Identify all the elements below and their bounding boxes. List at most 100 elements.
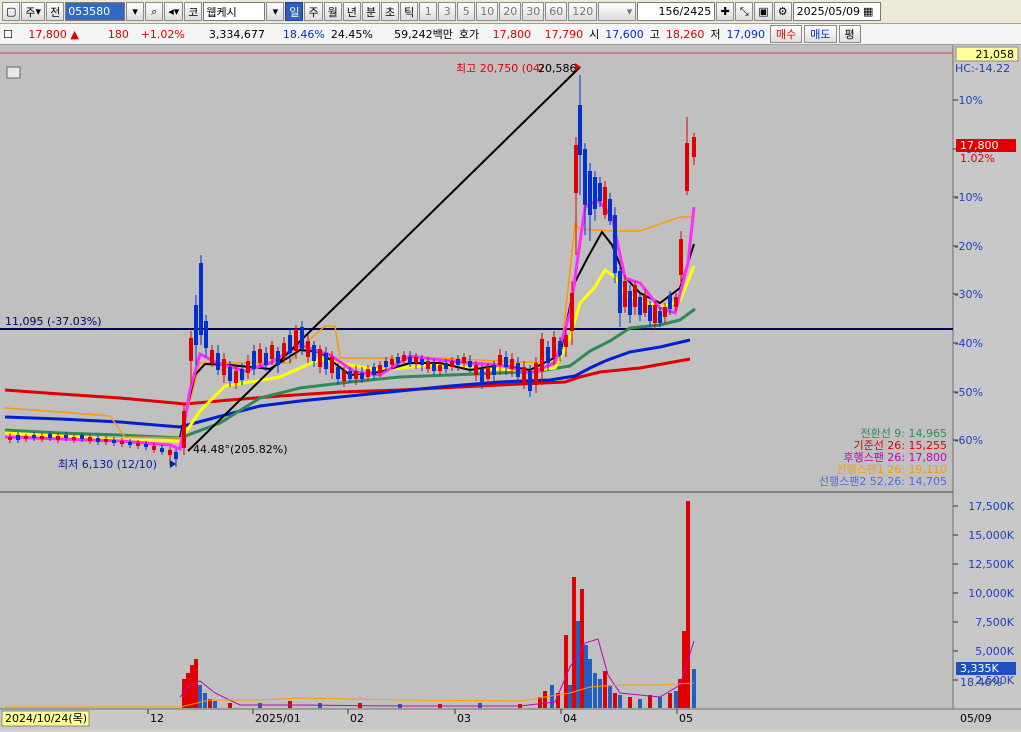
candle-body	[324, 353, 328, 369]
save-icon[interactable]: ▣	[754, 2, 773, 21]
candle-body	[504, 357, 508, 367]
high-price: 18,260	[665, 27, 705, 41]
stock-code-input[interactable]	[65, 2, 126, 21]
high-label: 고	[649, 28, 660, 41]
candle-body	[598, 183, 602, 201]
volume-pane[interactable]	[0, 494, 953, 709]
interval-60-button[interactable]: 60	[545, 2, 568, 21]
volume-tick-label: 15,000K	[968, 529, 1014, 542]
window-icon[interactable]: ▢	[2, 2, 21, 21]
price-tick-label: 10%	[959, 94, 983, 107]
candle-body	[438, 365, 442, 371]
data-count-field[interactable]: 156/2425	[637, 2, 716, 21]
candle-body	[330, 357, 334, 373]
sell-button[interactable]: 매도	[804, 25, 837, 43]
start-date-label: 2024/10/24(목)	[5, 712, 87, 725]
candle-body	[168, 450, 172, 455]
period-day-button[interactable]: 일	[285, 2, 304, 21]
price-tick-label: -60%	[955, 434, 983, 447]
candle-body	[360, 373, 364, 379]
candle-body	[216, 353, 220, 370]
volume-bar	[628, 697, 632, 708]
candle-body	[252, 351, 256, 369]
interval-10-button[interactable]: 10	[476, 2, 499, 21]
volume-bar	[686, 501, 690, 708]
volume-bar	[190, 665, 194, 708]
calendar-icon[interactable]: ▦	[863, 5, 873, 18]
interval-30-button[interactable]: 30	[522, 2, 545, 21]
chart-menu-icon[interactable]	[6, 66, 21, 79]
volume-bar	[658, 697, 662, 708]
name-dropdown-icon[interactable]: ▾	[266, 2, 285, 21]
volume-tick-label: 5,000K	[975, 645, 1014, 658]
candle-body	[144, 444, 148, 447]
period-second-button[interactable]: 초	[380, 2, 400, 21]
candle-body	[354, 371, 358, 379]
price-tick-label: -40%	[955, 337, 983, 350]
volume-bar	[618, 695, 622, 708]
candle-body	[653, 305, 657, 323]
draw-tool-icon[interactable]: ⤡	[735, 2, 754, 21]
price-chart-svg[interactable]: 21,058 HC:-14.22 10%0%-10%-20%-30%-40%-5…	[0, 45, 1021, 729]
candle-body	[384, 361, 388, 367]
candle-body	[160, 448, 164, 452]
candle-body	[112, 440, 116, 443]
period-month-button[interactable]: 월	[323, 2, 342, 21]
period-year-button[interactable]: 년	[342, 2, 361, 21]
trend-line-label: 44.48°(205.82%)	[193, 443, 288, 456]
candle-body	[312, 345, 316, 361]
low-price: 17,090	[726, 27, 766, 41]
candle-body	[306, 341, 310, 357]
volume-ratio: 24.45%	[330, 27, 373, 41]
prev-button[interactable]: 전	[46, 2, 65, 21]
candle-body	[24, 436, 28, 439]
candle-body	[633, 285, 637, 307]
candle-body	[534, 363, 538, 385]
candle-body	[372, 367, 376, 375]
candle-body	[603, 187, 607, 215]
interval-dropdown[interactable]: ▾	[598, 2, 637, 21]
candle-body	[40, 436, 44, 439]
candle-body	[498, 355, 502, 365]
candle-body	[420, 359, 424, 365]
crosshair-icon[interactable]: ✚	[716, 2, 735, 21]
checkbox-icon[interactable]: ☐	[0, 28, 16, 41]
interval-20-button[interactable]: 20	[499, 2, 522, 21]
volume-bar	[584, 645, 588, 708]
period-select[interactable]: 주 ▾	[21, 2, 46, 21]
volume-bar	[668, 693, 672, 708]
candle-body	[402, 355, 406, 361]
current-volume-pct: 18.46%	[960, 676, 1002, 689]
flat-button[interactable]: 평	[838, 25, 861, 43]
candle-body	[282, 343, 286, 357]
candle-body	[588, 171, 592, 215]
candle-body	[258, 349, 262, 363]
interval-120-button[interactable]: 120	[568, 2, 598, 21]
quote-bar: ☐ 17,800 ▲ 180 +1.02% 3,334,677 18.46% 2…	[0, 24, 1021, 45]
candle-body	[348, 371, 352, 379]
period-minute-button[interactable]: 분	[361, 2, 380, 21]
interval-5-button[interactable]: 5	[457, 2, 476, 21]
price-tick-label: -30%	[955, 288, 983, 301]
interval-1-button[interactable]: 1	[419, 2, 438, 21]
interval-3-button[interactable]: 3	[438, 2, 457, 21]
end-date-label: 05/09	[960, 712, 992, 725]
dropdown-arrow-icon[interactable]: ▾	[126, 2, 145, 21]
volume-tick-label: 17,500K	[968, 500, 1014, 513]
volume-bar	[576, 621, 580, 708]
candle-body	[32, 435, 36, 438]
buy-button[interactable]: 매수	[770, 25, 803, 43]
date-field[interactable]: 2025/05/09 ▦	[792, 2, 881, 21]
stock-name-input[interactable]	[203, 2, 266, 21]
search-icon[interactable]: ⌕	[145, 2, 164, 21]
candle-body	[450, 361, 454, 367]
candle-body	[528, 371, 532, 391]
period-tick-button[interactable]: 틱	[400, 2, 419, 21]
hline-label: 11,095 (-37.03%)	[5, 315, 101, 328]
time-tick-label: 05	[679, 712, 693, 725]
candle-body	[128, 442, 132, 445]
candle-body	[480, 369, 484, 383]
gear-icon[interactable]: ⚙	[773, 2, 792, 21]
speaker-icon[interactable]: ◂▾	[164, 2, 184, 21]
period-week-button[interactable]: 주	[304, 2, 323, 21]
